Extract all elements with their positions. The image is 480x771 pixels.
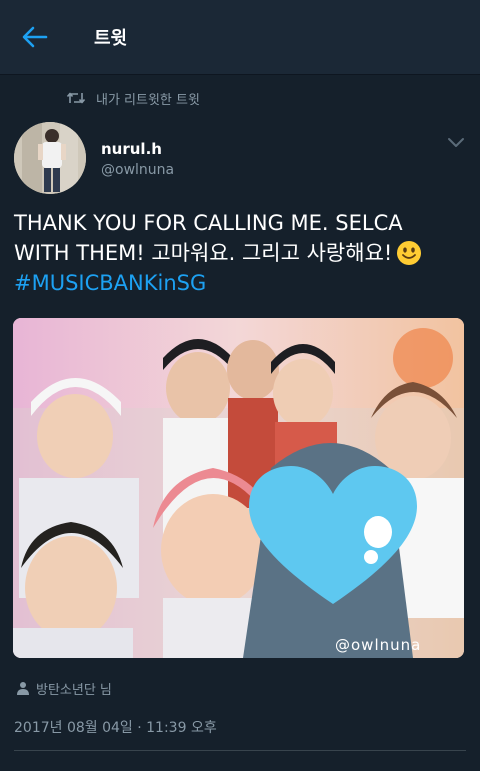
hashtag-link[interactable]: #MUSICBANKinSG <box>14 268 466 298</box>
divider <box>14 750 466 751</box>
retweet-context-label: 내가 리트윗한 트윗 <box>96 92 200 108</box>
photo-watermark: @owlnuna <box>335 636 422 654</box>
tagged-users[interactable]: 방탄소년단 님 <box>16 679 112 698</box>
smiling-face-icon <box>396 240 422 266</box>
retweet-context: 내가 리트윗한 트윗 <box>66 88 200 108</box>
author-username[interactable]: @owlnuna <box>101 162 174 178</box>
tweet-text-line-1: THANK YOU FOR CALLING ME. SELCA <box>14 211 403 235</box>
tweet-text-line-2: WITH THEM! 고마워요. 그리고 사랑해요! <box>14 241 393 265</box>
author-display-name[interactable]: nurul.h <box>101 140 162 158</box>
person-icon <box>17 682 29 695</box>
tweet-photo[interactable]: @owlnuna <box>13 318 464 658</box>
tweet-text-line-2-row: WITH THEM! 고마워요. 그리고 사랑해요! <box>14 238 466 268</box>
arrow-left-icon <box>22 26 48 48</box>
top-bar: 트윗 <box>0 0 480 75</box>
tweet-timestamp: 2017년 08월 04일 · 11:39 오후 <box>14 720 217 736</box>
tweet-text: THANK YOU FOR CALLING ME. SELCA WITH THE… <box>14 208 466 298</box>
tweet-menu-button[interactable] <box>446 134 466 150</box>
avatar[interactable] <box>14 122 86 194</box>
page-title: 트윗 <box>94 28 128 49</box>
chevron-down-icon <box>448 138 464 147</box>
back-button[interactable] <box>20 24 48 50</box>
tagged-users-label: 방탄소년단 님 <box>36 682 112 698</box>
retweet-icon <box>66 92 86 104</box>
